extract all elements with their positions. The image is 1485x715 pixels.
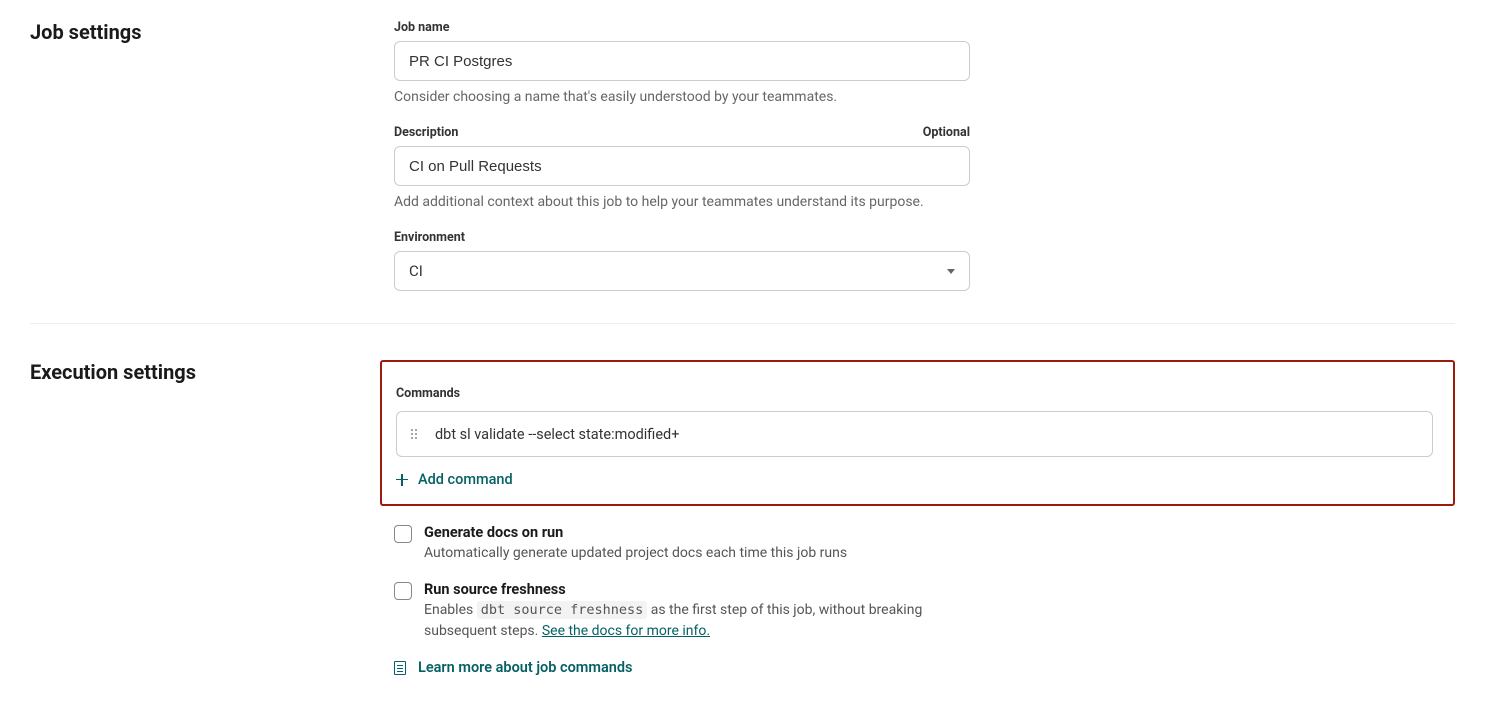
source-freshness-desc: Enables dbt source freshness as the firs… (424, 600, 984, 641)
section-divider (30, 323, 1455, 324)
see-docs-link[interactable]: See the docs for more info. (542, 623, 710, 639)
add-command-label: Add command (418, 471, 513, 488)
add-command-button[interactable]: Add command (396, 471, 1433, 488)
job-name-help: Consider choosing a name that's easily u… (394, 89, 970, 105)
commands-label: Commands (396, 386, 460, 401)
execution-settings-heading: Execution settings (30, 360, 374, 384)
plus-icon (396, 474, 408, 486)
source-freshness-checkbox[interactable] (394, 582, 412, 600)
generate-docs-title: Generate docs on run (424, 524, 984, 541)
generate-docs-checkbox[interactable] (394, 525, 412, 543)
job-settings-heading: Job settings (30, 20, 374, 44)
job-name-input[interactable] (394, 41, 970, 81)
drag-handle-icon[interactable] (411, 429, 417, 439)
description-input[interactable] (394, 146, 970, 186)
code-inline: dbt source freshness (477, 601, 648, 619)
learn-more-link[interactable]: Learn more about job commands (394, 659, 1455, 676)
command-row[interactable]: dbt sl validate --select state:modified+ (396, 411, 1433, 457)
generate-docs-desc: Automatically generate updated project d… (424, 543, 984, 563)
description-optional-tag: Optional (923, 125, 970, 140)
source-freshness-title: Run source freshness (424, 581, 984, 598)
commands-highlight-box: Commands dbt sl validate --select state:… (380, 360, 1455, 506)
document-icon (394, 661, 406, 675)
environment-select[interactable]: CI (394, 251, 970, 291)
command-text: dbt sl validate --select state:modified+ (435, 426, 679, 443)
job-name-label: Job name (394, 20, 449, 35)
description-help: Add additional context about this job to… (394, 194, 970, 210)
learn-more-label: Learn more about job commands (418, 659, 633, 676)
environment-value: CI (409, 262, 423, 280)
description-label: Description (394, 125, 458, 140)
environment-label: Environment (394, 230, 465, 245)
chevron-down-icon (947, 269, 955, 274)
